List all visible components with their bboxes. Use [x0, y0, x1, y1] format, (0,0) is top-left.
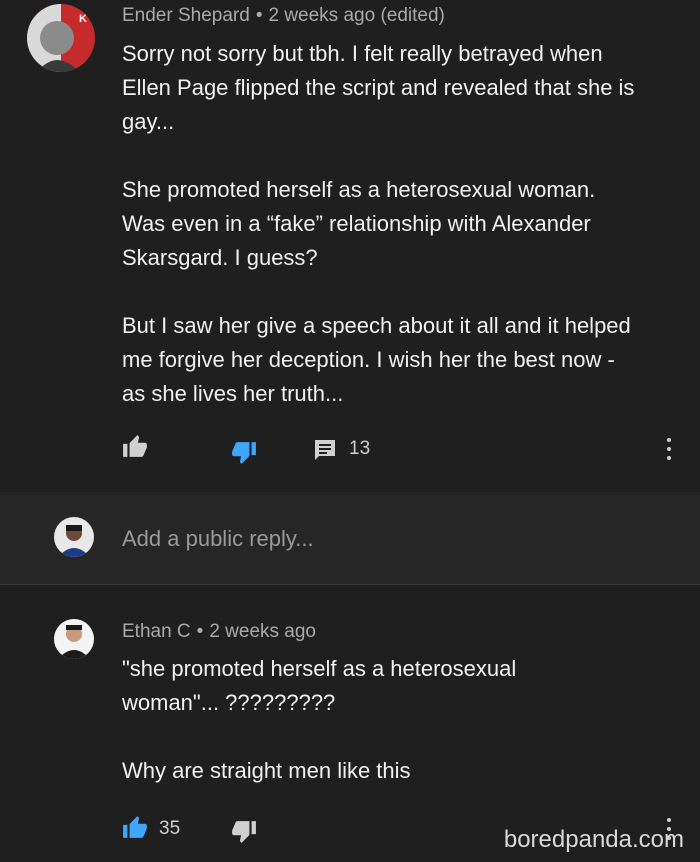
timestamp[interactable]: 2 weeks ago	[209, 621, 316, 642]
avatar[interactable]: K	[27, 4, 95, 72]
add-reply-input[interactable]: Add a public reply...	[122, 526, 314, 552]
thumbs-up-icon[interactable]	[122, 815, 148, 844]
more-vert-icon[interactable]	[666, 438, 672, 460]
thumbs-up-icon[interactable]	[122, 434, 148, 463]
thumbs-down-icon[interactable]	[231, 441, 257, 470]
reply-count[interactable]: 13	[349, 438, 370, 460]
comment-line: Ellen Page flipped the script and reveal…	[122, 75, 635, 100]
comment-line: Why are straight men like this	[122, 758, 411, 783]
comment-line: woman"... ?????????	[122, 690, 336, 715]
thumbs-down-icon[interactable]	[231, 820, 257, 849]
comment-line: But I saw her give a speech about it all…	[122, 313, 631, 338]
comment-line: as she lives her truth...	[122, 381, 344, 406]
comment-ethan-c: Ethan C • 2 weeks ago "she promoted hersel…	[0, 585, 700, 862]
svg-text:K: K	[79, 13, 87, 25]
comment-line: Was even in a “fake” relationship with A…	[122, 211, 591, 236]
author-name[interactable]: Ender Shepard	[122, 5, 250, 26]
comment-ender-shepard: K Ender Shepard • 2 weeks ago (edited) Sor…	[0, 0, 700, 492]
reply-icon[interactable]	[313, 438, 337, 467]
avatar[interactable]	[54, 517, 94, 557]
comment-line: Sorry not sorry but tbh. I felt really b…	[122, 41, 603, 66]
comment-body: Sorry not sorry but tbh. I felt really b…	[122, 37, 682, 411]
comment-line: "she promoted herself as a heterosexual	[122, 656, 517, 681]
avatar[interactable]	[54, 619, 94, 659]
timestamp[interactable]: 2 weeks ago (edited)	[268, 5, 444, 26]
comment-line: Skarsgard. I guess?	[122, 245, 318, 270]
comment-line: me forgive her deception. I wish her the…	[122, 347, 615, 372]
comment-meta: Ethan C • 2 weeks ago	[122, 621, 316, 642]
comment-line: She promoted herself as a heterosexual w…	[122, 177, 596, 202]
reply-bar: Add a public reply...	[0, 492, 700, 585]
like-count: 35	[159, 818, 181, 839]
watermark: boredpanda.com	[503, 826, 684, 853]
comment-meta: Ender Shepard • 2 weeks ago (edited)	[122, 5, 445, 26]
author-name[interactable]: Ethan C	[122, 621, 191, 642]
comment-line: gay...	[122, 109, 175, 134]
comment-body: "she promoted herself as a heterosexual …	[122, 652, 682, 788]
